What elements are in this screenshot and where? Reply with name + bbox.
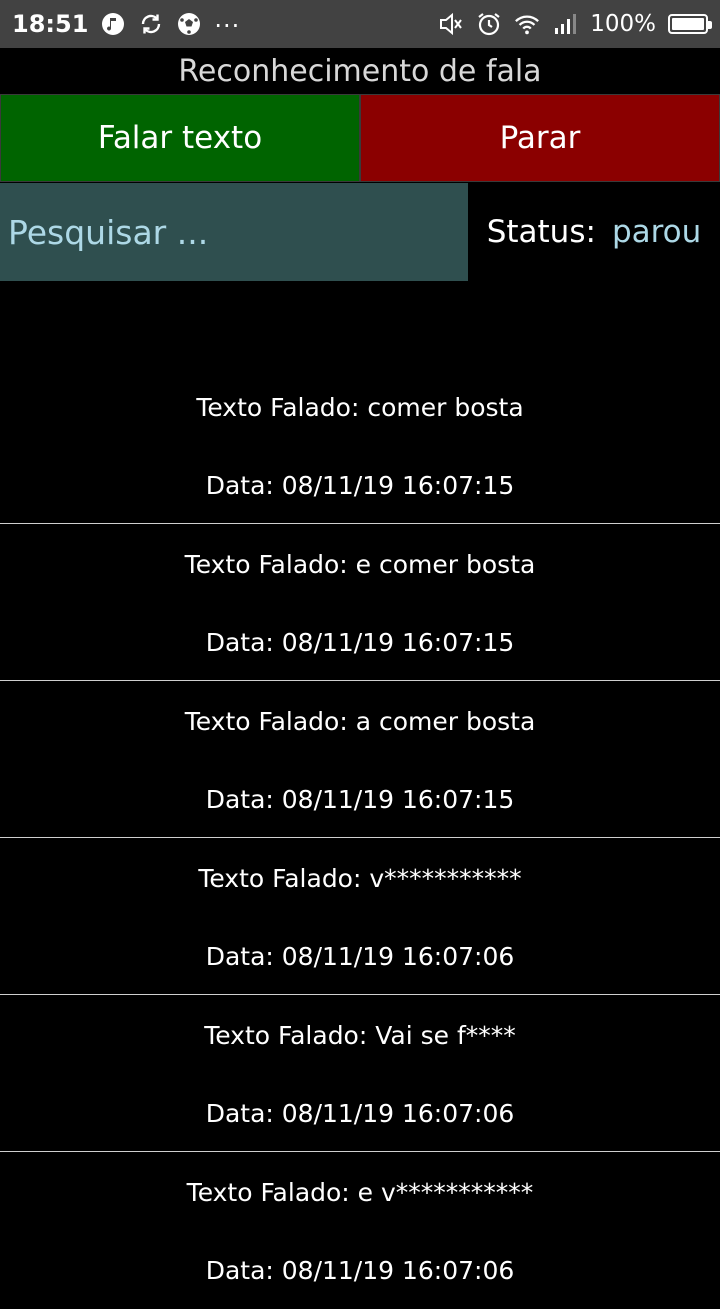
sync-icon [138, 11, 164, 37]
list-item[interactable]: Texto Falado: comer bosta Data: 08/11/19… [0, 367, 720, 524]
wifi-icon [514, 11, 540, 37]
action-buttons: Falar texto Parar [0, 94, 720, 182]
list-item[interactable]: Texto Falado: a comer bosta Data: 08/11/… [0, 681, 720, 838]
spoken-text: Texto Falado: e v*********** [186, 1177, 534, 1207]
spoken-date: Data: 08/11/19 16:07:15 [205, 627, 515, 657]
spoken-text: Texto Falado: comer bosta [196, 392, 524, 422]
status-value: parou [611, 214, 702, 250]
search-row: Status: parou [0, 183, 720, 281]
spoken-text-list: Texto Falado: comer bosta Data: 08/11/19… [0, 367, 720, 1309]
status-bar: 18:51 ... 100% [0, 0, 720, 48]
list-item[interactable]: Texto Falado: Vai se f**** Data: 08/11/1… [0, 995, 720, 1152]
mute-icon [438, 11, 464, 37]
status-area: Status: parou [468, 183, 720, 281]
music-note-icon [100, 11, 126, 37]
soccer-ball-icon [176, 11, 202, 37]
list-item[interactable]: Texto Falado: e comer bosta Data: 08/11/… [0, 524, 720, 681]
alarm-icon [476, 11, 502, 37]
spoken-text: Texto Falado: e comer bosta [184, 549, 536, 579]
search-box [0, 183, 468, 281]
speak-button[interactable]: Falar texto [0, 94, 360, 182]
signal-icon [552, 11, 578, 37]
spoken-date: Data: 08/11/19 16:07:06 [205, 1255, 515, 1285]
spoken-date: Data: 08/11/19 16:07:15 [205, 784, 515, 814]
spoken-text: Texto Falado: Vai se f**** [204, 1020, 516, 1050]
spoken-date: Data: 08/11/19 16:07:06 [205, 1098, 515, 1128]
more-dots-icon: ... [214, 5, 241, 33]
list-item[interactable]: Texto Falado: v*********** Data: 08/11/1… [0, 838, 720, 995]
spoken-date: Data: 08/11/19 16:07:15 [205, 470, 515, 500]
page-title: Reconhecimento de fala [178, 53, 542, 89]
spoken-date: Data: 08/11/19 16:07:06 [205, 941, 515, 971]
search-input[interactable] [8, 212, 468, 252]
status-label: Status: [486, 214, 596, 250]
stop-button[interactable]: Parar [360, 94, 720, 182]
clock: 18:51 [12, 10, 89, 38]
battery-icon [668, 14, 712, 34]
battery-percent: 100% [590, 11, 656, 37]
list-item[interactable]: Texto Falado: e v*********** Data: 08/11… [0, 1152, 720, 1309]
spoken-text: Texto Falado: v*********** [198, 863, 522, 893]
spoken-text: Texto Falado: a comer bosta [184, 706, 536, 736]
status-bar-left: 18:51 ... [12, 5, 240, 38]
status-bar-right: 100% [438, 11, 712, 37]
